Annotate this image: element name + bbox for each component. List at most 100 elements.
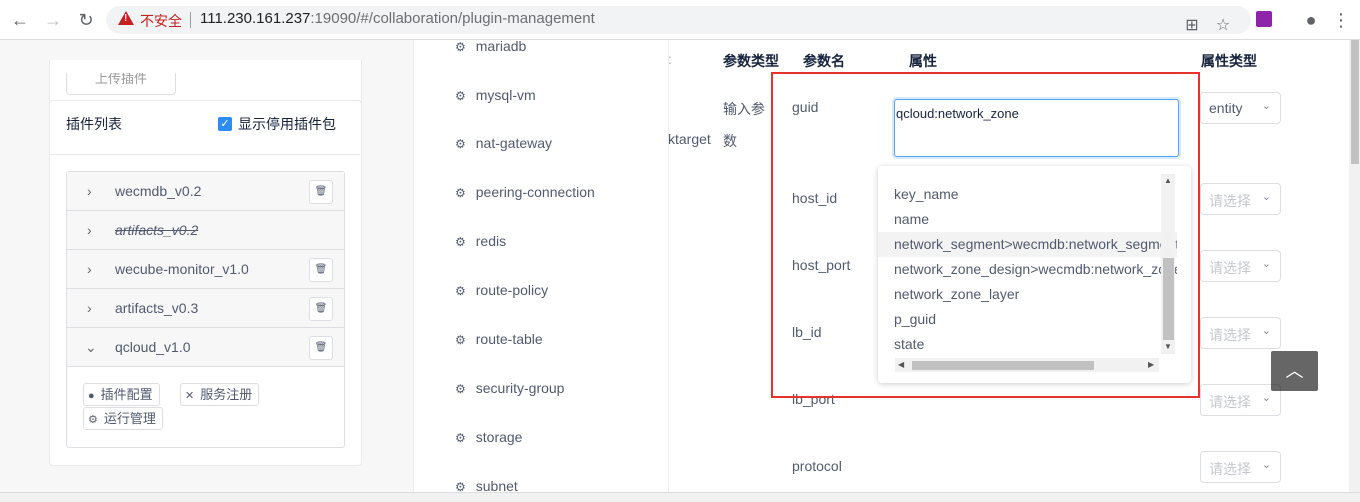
resource-label: mariadb [475, 38, 527, 54]
trash-icon[interactable]: 🗑 [309, 336, 333, 360]
warning-icon: ! [118, 11, 134, 25]
service-register-button[interactable]: ✕ 服务注册 [180, 383, 260, 406]
header-attribute-type: 属性类型 [1201, 53, 1257, 69]
chevron-right-icon: › [87, 222, 92, 238]
resource-item[interactable]: ⚙ mysql-vm [455, 87, 536, 103]
package-name: artifacts_v0.2 [115, 222, 199, 238]
gear-icon: ⚙ [455, 186, 466, 200]
package-collapse: › wecmdb_v0.2 🗑 › artifacts_v0.2 › wecub… [66, 171, 345, 448]
chevron-right-icon: › [87, 300, 92, 316]
package-row[interactable]: › wecube-monitor_v1.0 🗑 [67, 250, 344, 289]
upload-plugin-button[interactable]: 上传插件 [66, 73, 176, 95]
runtime-manage-button[interactable]: ⚙ 运行管理 [83, 407, 163, 430]
highlight-annotation-box [771, 72, 1200, 398]
check-circle-icon: ● [88, 390, 95, 402]
resource-label: redis [475, 233, 507, 249]
account-icon[interactable]: ● [1300, 9, 1322, 31]
gear-icon: ⚙ [455, 235, 466, 249]
resource-label: nat-gateway [475, 135, 553, 151]
url-host: 111.230.161.237 [200, 10, 311, 27]
package-name: qcloud_v1.0 [115, 339, 191, 355]
header-attribute: 属性 [909, 53, 937, 69]
resource-item[interactable]: ⚙ redis [455, 233, 506, 249]
star-icon[interactable]: ☆ [1212, 15, 1234, 37]
chevron-down-icon: ⌄ [1261, 191, 1271, 203]
chevron-down-icon: ⌄ [1261, 325, 1271, 337]
trash-icon[interactable]: 🗑 [309, 180, 333, 204]
resource-label: peering-connection [475, 184, 595, 200]
checkbox-checked-icon[interactable]: ✓ [218, 117, 232, 131]
url-path: :19090/#/collaboration/plugin-management [310, 10, 595, 27]
package-row[interactable]: › artifacts_v0.3 🗑 [67, 289, 344, 328]
attribute-type-select[interactable]: entity ⌄ [1200, 92, 1281, 124]
back-arrow-icon[interactable]: ← [8, 8, 32, 32]
param-type-cell: 输入参 [723, 101, 765, 117]
page-scrollbar-thumb[interactable] [1351, 40, 1359, 164]
show-disabled-checkbox[interactable]: ✓ 显示停用插件包 [218, 114, 336, 134]
insecure-label: 不安全 [140, 13, 182, 29]
gear-icon: ⚙ [455, 89, 466, 103]
resource-label: storage [475, 429, 523, 445]
attribute-type-select[interactable]: 请选择 ⌄ [1200, 317, 1281, 349]
package-name: wecube-monitor_v1.0 [115, 261, 249, 277]
chevron-down-icon: ⌄ [1261, 100, 1271, 112]
forward-arrow-icon[interactable]: → [41, 8, 65, 32]
address-separator [190, 12, 191, 28]
back-to-top-button[interactable]: ︿ [1271, 351, 1318, 391]
reload-icon[interactable]: ↻ [74, 8, 98, 32]
chevron-down-icon: ⌄ [1261, 258, 1271, 270]
package-row[interactable]: › artifacts_v0.2 [67, 211, 344, 250]
resource-item[interactable]: ⚙ nat-gateway [455, 135, 552, 151]
card-divider [50, 154, 360, 155]
header-param-name: 参数名 [803, 53, 845, 69]
plugin-config-button[interactable]: ● 插件配置 [83, 383, 160, 406]
chevron-right-icon: › [87, 183, 92, 199]
chevron-down-icon: ⌄ [85, 339, 97, 355]
attribute-type-select[interactable]: 请选择 ⌄ [1200, 384, 1281, 416]
resource-label: mysql-vm [475, 87, 536, 103]
gear-icon: ⚙ [455, 431, 466, 445]
attribute-type-select[interactable]: 请选择 ⌄ [1200, 183, 1281, 215]
resource-item[interactable]: ⚙ route-policy [455, 282, 548, 298]
attribute-type-select[interactable]: 请选择 ⌄ [1200, 250, 1281, 282]
select-value: entity [1209, 100, 1243, 116]
package-row-expanded[interactable]: ⌄ qcloud_v1.0 🗑 [67, 328, 344, 367]
select-placeholder: 请选择 [1209, 394, 1251, 410]
address-bar[interactable]: ! 不安全 111.230.161.237:19090/#/collaborat… [106, 6, 1251, 34]
header-param-type: 参数类型 [723, 53, 779, 69]
trash-icon[interactable]: 🗑 [309, 297, 333, 321]
resource-item[interactable]: ⚙ security-group [455, 380, 564, 396]
package-row[interactable]: › wecmdb_v0.2 🗑 [67, 172, 344, 211]
gear-icon: ⚙ [88, 414, 98, 426]
url-text[interactable]: 111.230.161.237:19090/#/collaboration/pl… [200, 10, 595, 27]
gear-icon: ⚙ [455, 40, 466, 54]
param-type-cell-cont: 数 [723, 133, 737, 149]
chevron-down-icon: ⌄ [1261, 392, 1271, 404]
select-placeholder: 请选择 [1209, 260, 1251, 276]
gear-icon: ⚙ [455, 333, 466, 347]
menu-icon[interactable]: ⋮ [1330, 9, 1352, 31]
package-name: wecmdb_v0.2 [115, 183, 202, 199]
resource-item[interactable]: ⚙ peering-connection [455, 184, 595, 200]
chevron-right-icon: › [87, 261, 92, 277]
resource-label: route-table [475, 331, 543, 347]
attribute-type-select[interactable]: 请选择 ⌄ [1200, 451, 1281, 483]
gear-icon: ⚙ [455, 137, 466, 151]
trash-icon[interactable]: 🗑 [309, 258, 333, 282]
show-disabled-label: 显示停用插件包 [238, 116, 336, 132]
resource-label: security-group [475, 380, 565, 396]
chevron-down-icon: ⌄ [1261, 459, 1271, 471]
plugin-list-title: 插件列表 [66, 116, 122, 132]
resource-item[interactable]: ⚙ mariadb [455, 38, 526, 54]
panel-divider [668, 40, 669, 492]
select-placeholder: 请选择 [1209, 327, 1251, 343]
translate-icon[interactable]: ⊞ [1181, 15, 1203, 37]
resource-item[interactable]: ⚙ route-table [455, 331, 543, 347]
panel-divider [413, 40, 414, 492]
gear-icon: ⚙ [455, 382, 466, 396]
cut-cell-text: ktarget [668, 131, 711, 147]
extension-icon[interactable] [1256, 11, 1272, 27]
resource-item[interactable]: ⚙ storage [455, 429, 522, 445]
plugin-config-label: 插件配置 [100, 387, 153, 402]
select-placeholder: 请选择 [1209, 193, 1251, 209]
